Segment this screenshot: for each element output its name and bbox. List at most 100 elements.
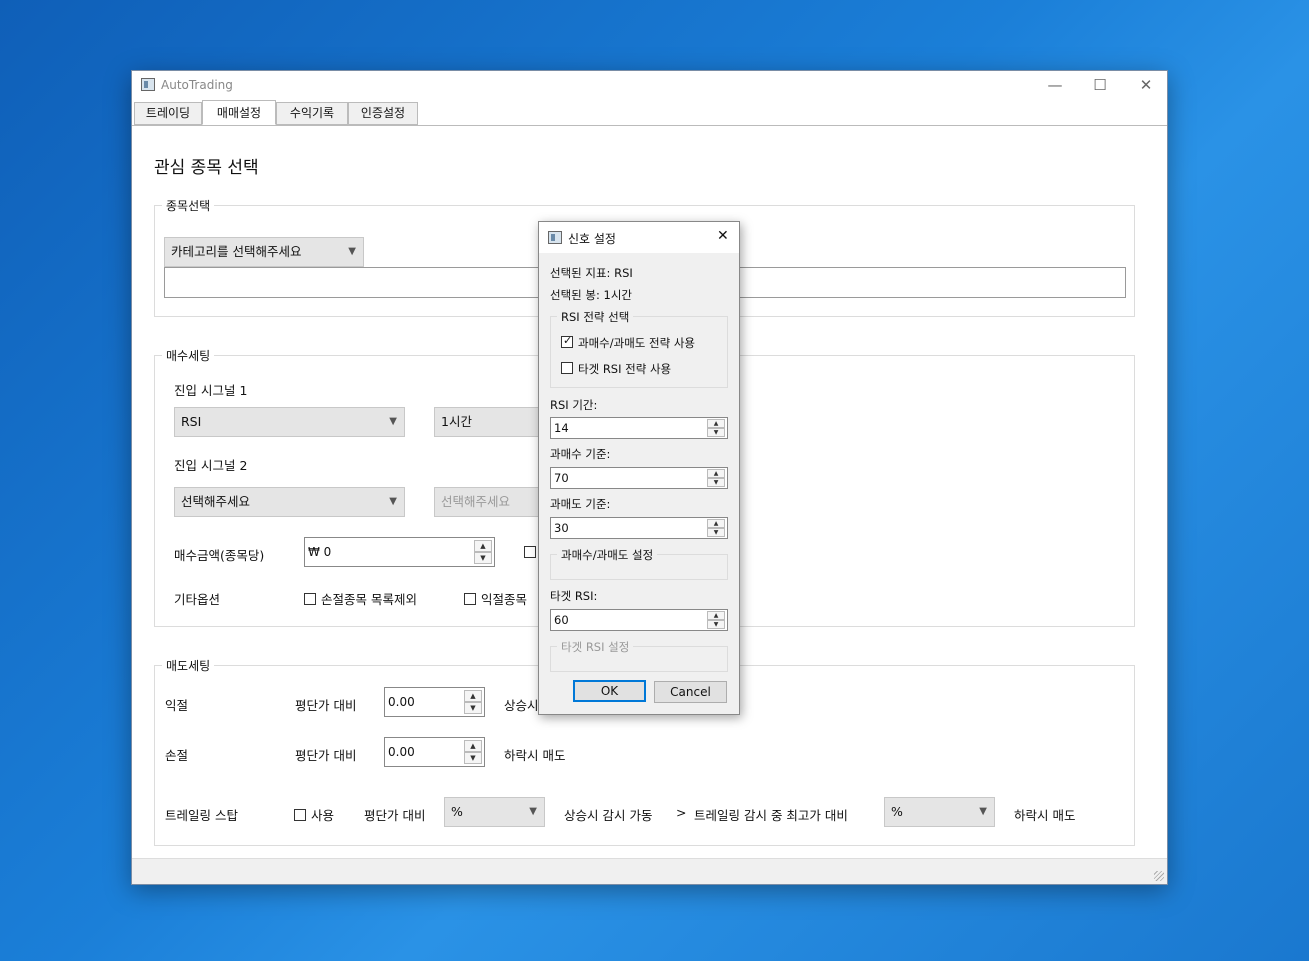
buy-amount-spinbox[interactable]: ₩ 0 ▲ ▼ bbox=[304, 537, 495, 567]
target-strategy-label: 타겟 RSI 전략 사용 bbox=[578, 362, 672, 376]
maximize-button[interactable]: ☐ bbox=[1077, 71, 1123, 101]
stock-select-group-label: 종목선택 bbox=[162, 197, 215, 214]
take-profit-value: 0.00 bbox=[388, 695, 415, 709]
chevron-down-icon: ▼ bbox=[979, 806, 987, 817]
checkbox-icon bbox=[294, 809, 306, 821]
spin-up-icon[interactable]: ▲ bbox=[464, 740, 482, 752]
rsi-period-spinbox[interactable]: 14 ▲ ▼ bbox=[550, 417, 728, 439]
spin-up-icon[interactable]: ▲ bbox=[707, 519, 725, 528]
signal-settings-dialog: 신호 설정 ✕ 선택된 지표: RSI 선택된 봉: 1시간 RSI 전략 선택… bbox=[538, 221, 740, 715]
exclude-profit-label: 익절종목 bbox=[481, 592, 528, 607]
spin-down-icon[interactable]: ▼ bbox=[707, 428, 725, 437]
buy-amount-label: 매수금액(종목당) bbox=[174, 548, 265, 563]
cancel-button[interactable]: Cancel bbox=[654, 681, 727, 703]
trailing-mid-label: 상승시 감시 가동 bbox=[564, 808, 653, 823]
signal1-indicator-value: RSI bbox=[181, 414, 202, 429]
app-icon bbox=[141, 78, 155, 91]
dialog-close-button[interactable]: ✕ bbox=[717, 228, 729, 244]
tab-trade-settings[interactable]: 매매설정 bbox=[202, 100, 276, 125]
spin-up-icon[interactable]: ▲ bbox=[464, 690, 482, 702]
take-profit-suffix: 상승시 bbox=[504, 698, 539, 713]
spin-up-icon[interactable]: ▲ bbox=[707, 469, 725, 478]
signal2-period-value: 선택해주세요 bbox=[441, 494, 511, 509]
stop-loss-vs-label: 평단가 대비 bbox=[295, 748, 357, 763]
spin-down-icon[interactable]: ▼ bbox=[474, 552, 492, 564]
trailing-stop-label: 트레일링 스탑 bbox=[165, 808, 238, 823]
spin-down-icon[interactable]: ▼ bbox=[707, 528, 725, 537]
target-rsi-value: 60 bbox=[554, 613, 569, 627]
target-strategy-checkbox[interactable]: 타겟 RSI 전략 사용 bbox=[561, 361, 671, 377]
title-bar[interactable]: AutoTrading — ☐ ✕ bbox=[132, 71, 1167, 101]
rsi-strategy-group: RSI 전략 선택 과매수/과매도 전략 사용 타겟 RSI 전략 사용 bbox=[550, 309, 728, 388]
exclude-profit-checkbox[interactable]: 익절종목 bbox=[464, 589, 527, 608]
selected-candle-label: 선택된 봉: 1시간 bbox=[550, 288, 632, 302]
category-combo[interactable]: 카테고리를 선택해주세요 ▼ bbox=[164, 237, 364, 267]
stop-loss-label: 손절 bbox=[165, 748, 189, 763]
dialog-title: 신호 설정 bbox=[568, 232, 616, 246]
minimize-button[interactable]: — bbox=[1032, 71, 1078, 101]
overbought-strategy-label: 과매수/과매도 전략 사용 bbox=[578, 336, 695, 350]
signal1-indicator-combo[interactable]: RSI ▼ bbox=[174, 407, 405, 437]
spin-down-icon[interactable]: ▼ bbox=[707, 620, 725, 629]
checkbox-icon bbox=[304, 593, 316, 605]
signal1-period-value: 1시간 bbox=[441, 414, 472, 429]
take-profit-label: 익절 bbox=[165, 698, 189, 713]
signal2-indicator-value: 선택해주세요 bbox=[181, 494, 251, 509]
trailing-arrow: > bbox=[676, 805, 687, 820]
chevron-down-icon: ▼ bbox=[348, 246, 356, 257]
tab-auth-settings[interactable]: 인증설정 bbox=[348, 102, 418, 125]
target-rsi-spinbox[interactable]: 60 ▲ ▼ bbox=[550, 609, 728, 631]
overbought-spinbox[interactable]: 70 ▲ ▼ bbox=[550, 467, 728, 489]
tab-profit-history[interactable]: 수익기록 bbox=[276, 102, 348, 125]
resize-grip-icon[interactable] bbox=[1154, 871, 1164, 881]
close-button[interactable]: ✕ bbox=[1123, 71, 1169, 101]
overbought-strategy-checkbox[interactable]: 과매수/과매도 전략 사용 bbox=[561, 334, 695, 351]
overbought-settings-group: 과매수/과매도 설정 bbox=[550, 547, 728, 580]
exclude-loss-checkbox[interactable]: 손절종목 목록제외 bbox=[304, 589, 417, 608]
take-profit-vs-label: 평단가 대비 bbox=[295, 698, 357, 713]
trailing-unit1-value: % bbox=[451, 804, 463, 819]
signal2-indicator-combo[interactable]: 선택해주세요 ▼ bbox=[174, 487, 405, 517]
spin-down-icon[interactable]: ▼ bbox=[707, 478, 725, 487]
target-settings-group-label: 타겟 RSI 설정 bbox=[557, 639, 634, 655]
chevron-down-icon: ▼ bbox=[529, 806, 537, 817]
ok-button[interactable]: OK bbox=[573, 680, 646, 702]
trailing-suffix: 하락시 매도 bbox=[1014, 808, 1076, 823]
overbought-settings-group-label: 과매수/과매도 설정 bbox=[557, 547, 658, 563]
take-profit-spinbox[interactable]: 0.00 ▲ ▼ bbox=[384, 687, 485, 717]
stop-loss-suffix: 하락시 매도 bbox=[504, 748, 566, 763]
spin-up-icon[interactable]: ▲ bbox=[474, 540, 492, 552]
status-bar bbox=[132, 858, 1167, 884]
trailing-use-label: 사용 bbox=[311, 808, 335, 823]
trailing-use-checkbox[interactable]: 사용 bbox=[294, 805, 334, 824]
signal2-period-combo: 선택해주세요 bbox=[434, 487, 544, 517]
oversold-spinbox[interactable]: 30 ▲ ▼ bbox=[550, 517, 728, 539]
checkbox-icon bbox=[464, 593, 476, 605]
tab-trading[interactable]: 트레이딩 bbox=[134, 102, 202, 125]
spin-up-icon[interactable]: ▲ bbox=[707, 611, 725, 620]
signal1-period-combo[interactable]: 1시간 bbox=[434, 407, 544, 437]
buy-amount-value: ₩ 0 bbox=[308, 545, 332, 559]
signal2-label: 진입 시그널 2 bbox=[174, 458, 248, 473]
spin-down-icon[interactable]: ▼ bbox=[464, 702, 482, 714]
checkbox-checked-icon bbox=[561, 334, 573, 348]
category-combo-value: 카테고리를 선택해주세요 bbox=[171, 244, 302, 259]
stop-loss-value: 0.00 bbox=[388, 745, 415, 759]
stop-loss-spinbox[interactable]: 0.00 ▲ ▼ bbox=[384, 737, 485, 767]
rsi-strategy-group-label: RSI 전략 선택 bbox=[557, 309, 634, 325]
selected-indicator-label: 선택된 지표: RSI bbox=[550, 266, 633, 280]
oversold-label: 과매도 기준: bbox=[550, 497, 611, 511]
buy-settings-group-label: 매수세팅 bbox=[162, 347, 215, 364]
target-settings-group: 타겟 RSI 설정 bbox=[550, 639, 728, 672]
spin-down-icon[interactable]: ▼ bbox=[464, 752, 482, 764]
signal1-label: 진입 시그널 1 bbox=[174, 383, 248, 398]
spin-up-icon[interactable]: ▲ bbox=[707, 419, 725, 428]
chevron-down-icon: ▼ bbox=[389, 496, 397, 507]
exclude-loss-label: 손절종목 목록제외 bbox=[321, 592, 417, 607]
rsi-period-value: 14 bbox=[554, 421, 569, 435]
trailing-unit2-combo[interactable]: % ▼ bbox=[884, 797, 995, 827]
sell-settings-group-label: 매도세팅 bbox=[162, 657, 215, 674]
trailing-unit1-combo[interactable]: % ▼ bbox=[444, 797, 545, 827]
checkbox-icon bbox=[561, 362, 573, 374]
dialog-title-bar[interactable]: 신호 설정 ✕ bbox=[539, 222, 739, 253]
